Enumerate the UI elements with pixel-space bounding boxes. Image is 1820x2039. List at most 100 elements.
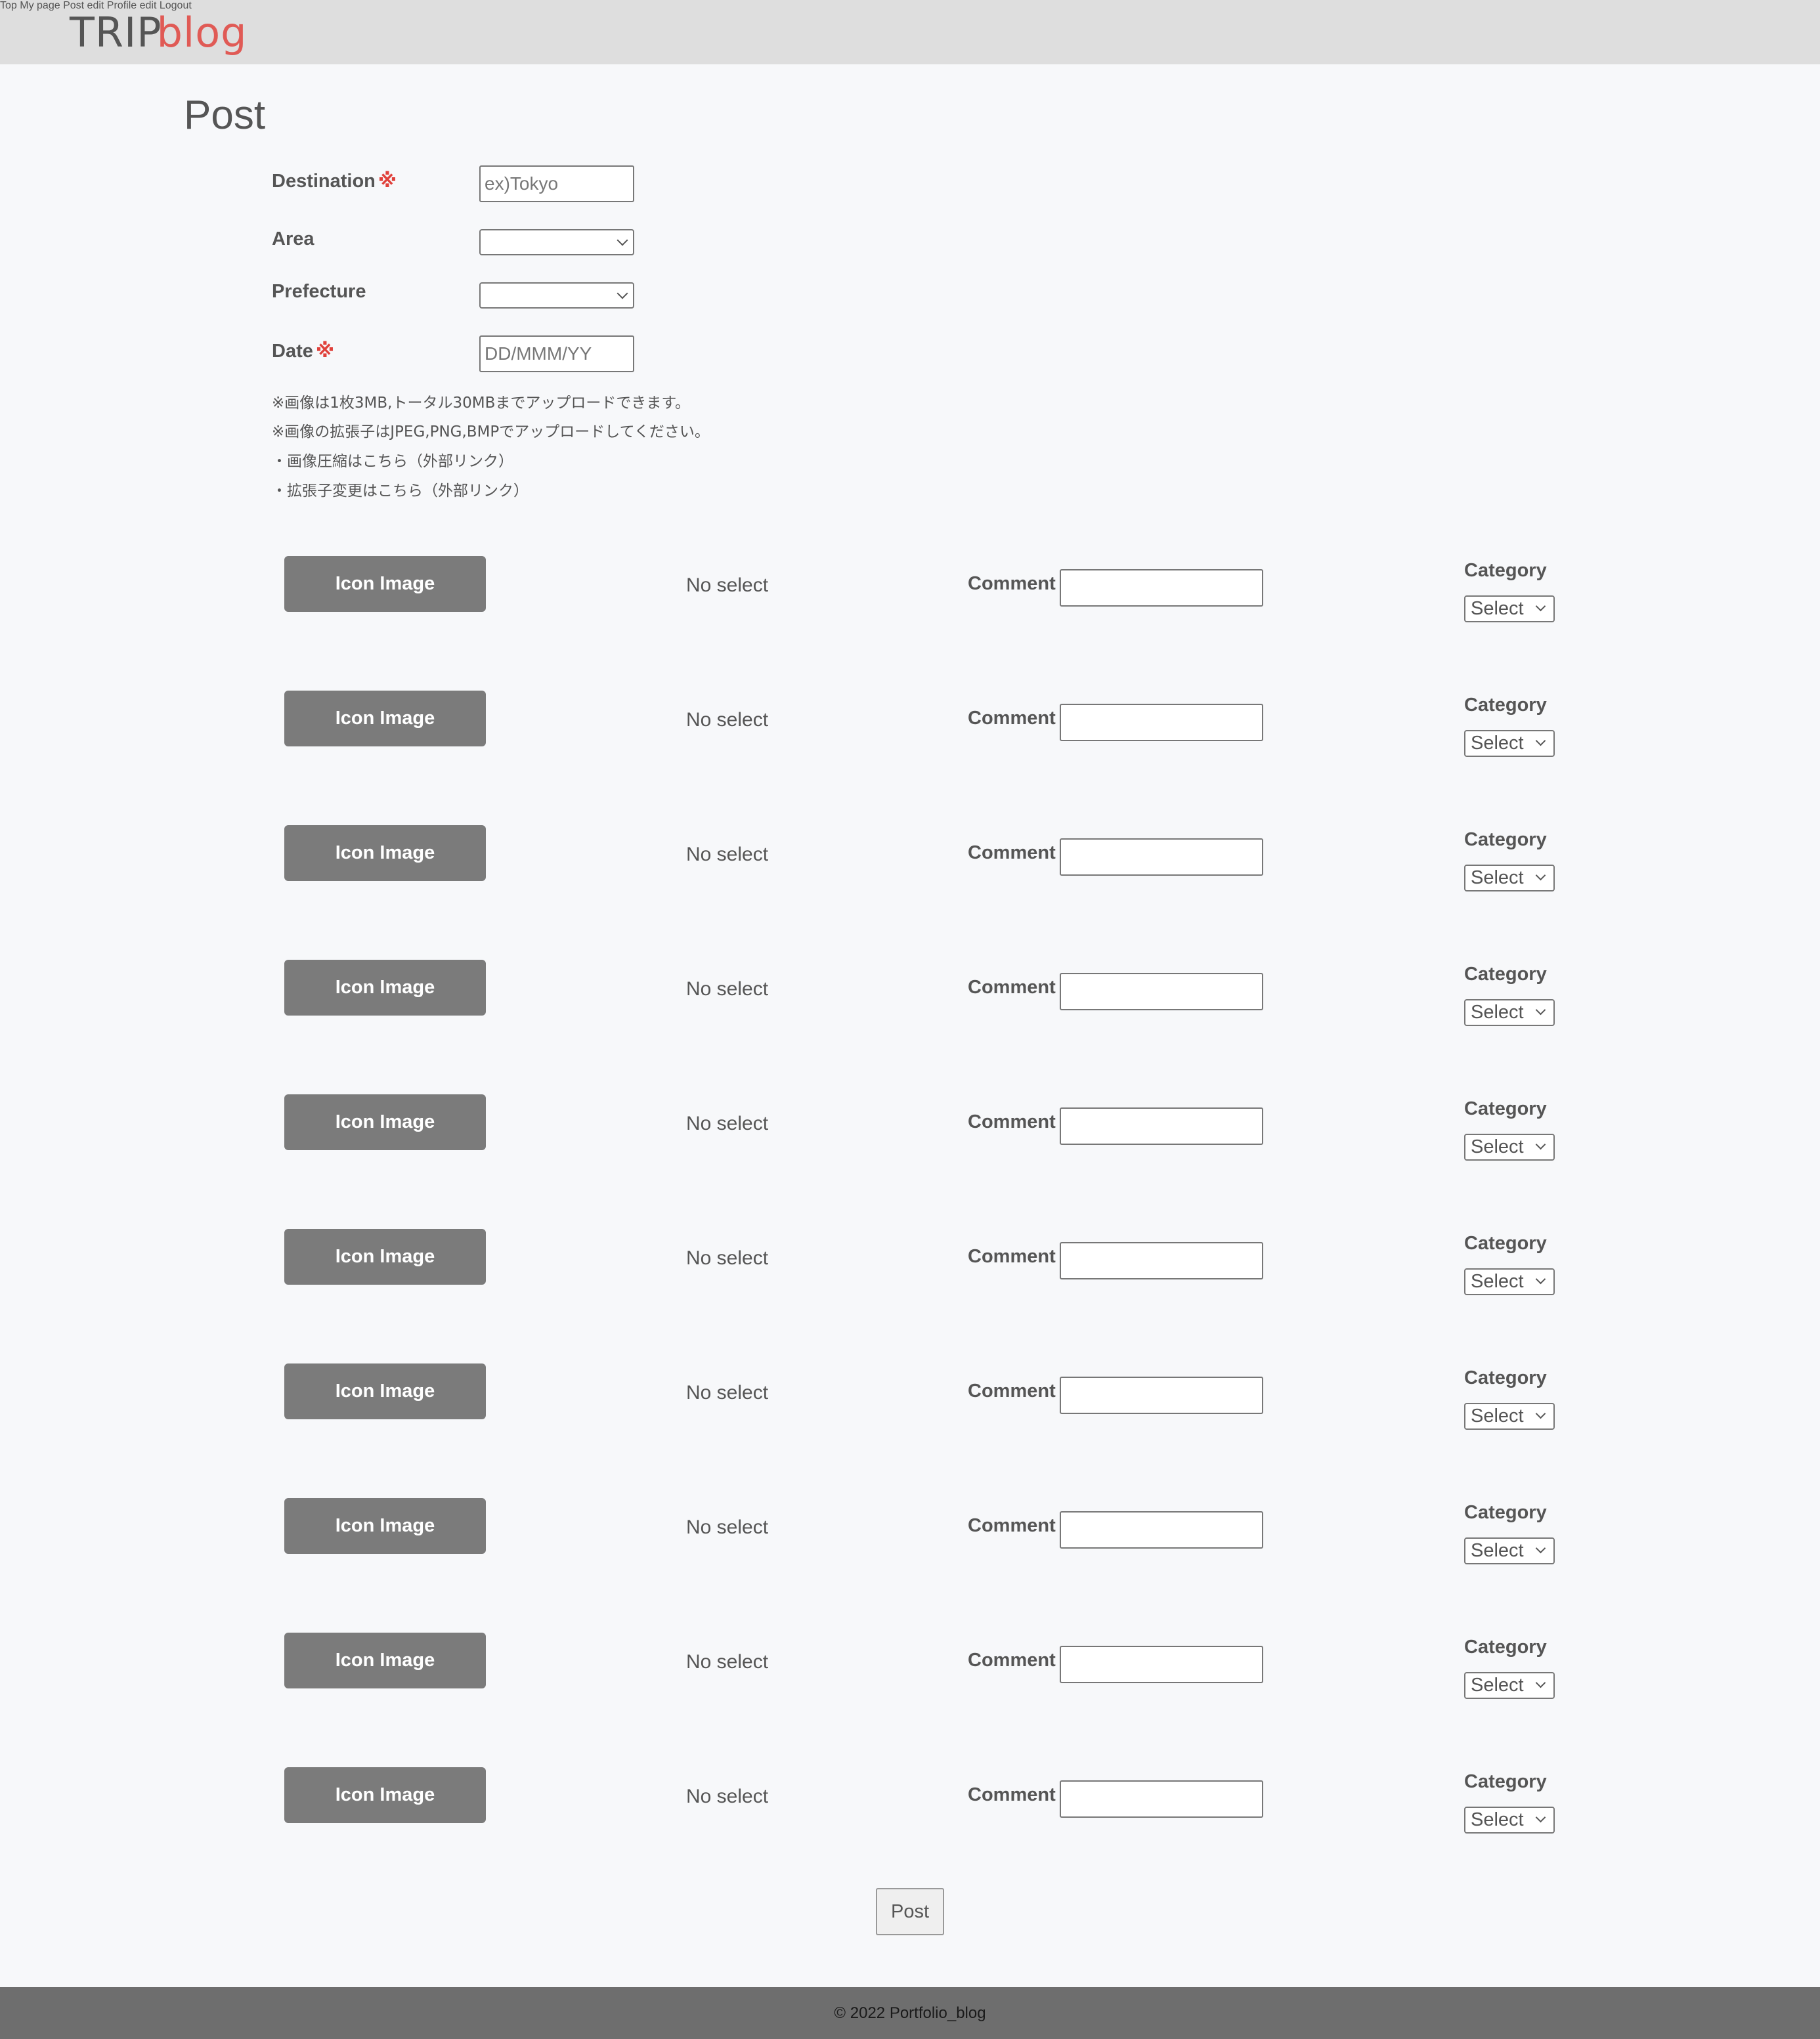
icon-image-button[interactable]: Icon Image xyxy=(284,1767,486,1823)
category-label: Category xyxy=(1464,1233,1547,1254)
comment-input[interactable] xyxy=(1060,1780,1263,1818)
category-label: Category xyxy=(1464,560,1547,581)
category-select[interactable]: Select xyxy=(1464,1537,1555,1564)
footer: © 2022 Portfolio_blog xyxy=(0,1987,1820,2039)
area-label: Area xyxy=(272,228,314,249)
category-select[interactable]: Select xyxy=(1464,1672,1555,1699)
category-label: Category xyxy=(1464,1098,1547,1119)
category-select-value: Select xyxy=(1471,1809,1524,1830)
icon-image-button[interactable]: Icon Image xyxy=(284,960,486,1016)
area-select[interactable] xyxy=(479,229,634,255)
comment-label: Comment xyxy=(968,842,1056,863)
category-select-value: Select xyxy=(1471,1675,1524,1696)
destination-label: Destination ※ xyxy=(272,171,397,192)
nav-top[interactable]: Top xyxy=(0,0,17,11)
comment-label: Comment xyxy=(968,708,1056,729)
category-select-value: Select xyxy=(1471,1540,1524,1561)
file-status: No select xyxy=(686,709,769,731)
category-select-value: Select xyxy=(1471,867,1524,888)
extension-change-link[interactable]: ・拡張子変更はこちら（外部リンク） xyxy=(272,478,529,500)
category-select[interactable]: Select xyxy=(1464,730,1555,757)
file-status: No select xyxy=(686,1113,769,1134)
category-label: Category xyxy=(1464,695,1547,716)
category-label: Category xyxy=(1464,1637,1547,1658)
comment-input[interactable] xyxy=(1060,1646,1263,1683)
required-mark: ※ xyxy=(378,171,397,192)
comment-input[interactable] xyxy=(1060,704,1263,741)
comment-input[interactable] xyxy=(1060,1107,1263,1145)
category-select-value: Select xyxy=(1471,1406,1524,1427)
image-compress-link[interactable]: ・画像圧縮はこちら（外部リンク） xyxy=(272,448,513,471)
chevron-down-icon xyxy=(1535,870,1546,881)
date-label: Date ※ xyxy=(272,341,335,362)
category-select[interactable]: Select xyxy=(1464,1403,1555,1430)
category-label: Category xyxy=(1464,1367,1547,1388)
comment-input[interactable] xyxy=(1060,838,1263,876)
icon-image-button[interactable]: Icon Image xyxy=(284,1363,486,1419)
chevron-down-icon xyxy=(1535,1543,1546,1554)
required-mark: ※ xyxy=(315,341,335,362)
comment-label: Comment xyxy=(968,573,1056,594)
site-logo[interactable]: TRIPblog xyxy=(70,9,248,56)
photo-row: Icon Image No select Comment Category Select xyxy=(0,1094,1820,1161)
top-navbar: TRIPblog Top My page Post edit Profile e… xyxy=(0,0,1820,64)
comment-label: Comment xyxy=(968,1650,1056,1671)
category-label: Category xyxy=(1464,964,1547,985)
icon-image-button[interactable]: Icon Image xyxy=(284,1229,486,1285)
comment-label: Comment xyxy=(968,1111,1056,1132)
file-status: No select xyxy=(686,1382,769,1404)
photo-row: Icon Image No select Comment Category Select xyxy=(0,1633,1820,1699)
page-title: Post xyxy=(184,93,266,138)
icon-image-button[interactable]: Icon Image xyxy=(284,1094,486,1150)
category-select[interactable]: Select xyxy=(1464,1268,1555,1295)
category-select[interactable]: Select xyxy=(1464,595,1555,622)
category-select-value: Select xyxy=(1471,1271,1524,1292)
photo-row: Icon Image No select Comment Category Select xyxy=(0,960,1820,1026)
category-select[interactable]: Select xyxy=(1464,1807,1555,1834)
icon-image-button[interactable]: Icon Image xyxy=(284,691,486,746)
category-select-value: Select xyxy=(1471,1136,1524,1157)
category-select[interactable]: Select xyxy=(1464,999,1555,1026)
photo-row: Icon Image No select Comment Category Select xyxy=(0,691,1820,757)
photo-row: Icon Image No select Comment Category Select xyxy=(0,1498,1820,1564)
photo-row: Icon Image No select Comment Category Select xyxy=(0,1767,1820,1834)
chevron-down-icon xyxy=(1535,601,1546,612)
date-input[interactable]: DD/MMM/YY xyxy=(479,335,634,372)
icon-image-button[interactable]: Icon Image xyxy=(284,1633,486,1688)
photo-row: Icon Image No select Comment Category Select xyxy=(0,1363,1820,1430)
comment-input[interactable] xyxy=(1060,973,1263,1010)
chevron-down-icon xyxy=(617,288,628,299)
category-select-value: Select xyxy=(1471,733,1524,754)
category-label: Category xyxy=(1464,1502,1547,1523)
upload-size-note: ※画像は1枚3MB,トータル30MBまでアップロードできます。 xyxy=(272,395,691,412)
category-select-value: Select xyxy=(1471,1002,1524,1023)
category-select-value: Select xyxy=(1471,598,1524,619)
chevron-down-icon xyxy=(1535,1274,1546,1285)
prefecture-label: Prefecture xyxy=(272,281,366,302)
file-status: No select xyxy=(686,978,769,1000)
chevron-down-icon xyxy=(1535,1004,1546,1016)
icon-image-button[interactable]: Icon Image xyxy=(284,825,486,881)
comment-input[interactable] xyxy=(1060,1377,1263,1414)
chevron-down-icon xyxy=(1535,1677,1546,1688)
nav-my-page[interactable]: My page xyxy=(20,0,60,11)
upload-format-note: ※画像の拡張子はJPEG,PNG,BMPでアップロードしてください。 xyxy=(272,423,710,440)
destination-input[interactable]: ex)Tokyo xyxy=(479,165,634,202)
comment-input[interactable] xyxy=(1060,1511,1263,1549)
comment-label: Comment xyxy=(968,977,1056,998)
icon-image-button[interactable]: Icon Image xyxy=(284,1498,486,1554)
comment-label: Comment xyxy=(968,1246,1056,1267)
comment-input[interactable] xyxy=(1060,1242,1263,1279)
category-select[interactable]: Select xyxy=(1464,1134,1555,1161)
file-status: No select xyxy=(686,1247,769,1269)
post-button[interactable]: Post xyxy=(876,1888,944,1935)
file-status: No select xyxy=(686,1786,769,1807)
category-select[interactable]: Select xyxy=(1464,865,1555,891)
photo-row: Icon Image No select Comment Category Select xyxy=(0,556,1820,622)
comment-input[interactable] xyxy=(1060,569,1263,607)
photo-row: Icon Image No select Comment Category Select xyxy=(0,825,1820,891)
prefecture-select[interactable] xyxy=(479,282,634,309)
icon-image-button[interactable]: Icon Image xyxy=(284,556,486,612)
comment-label: Comment xyxy=(968,1784,1056,1805)
chevron-down-icon xyxy=(1535,1812,1546,1823)
